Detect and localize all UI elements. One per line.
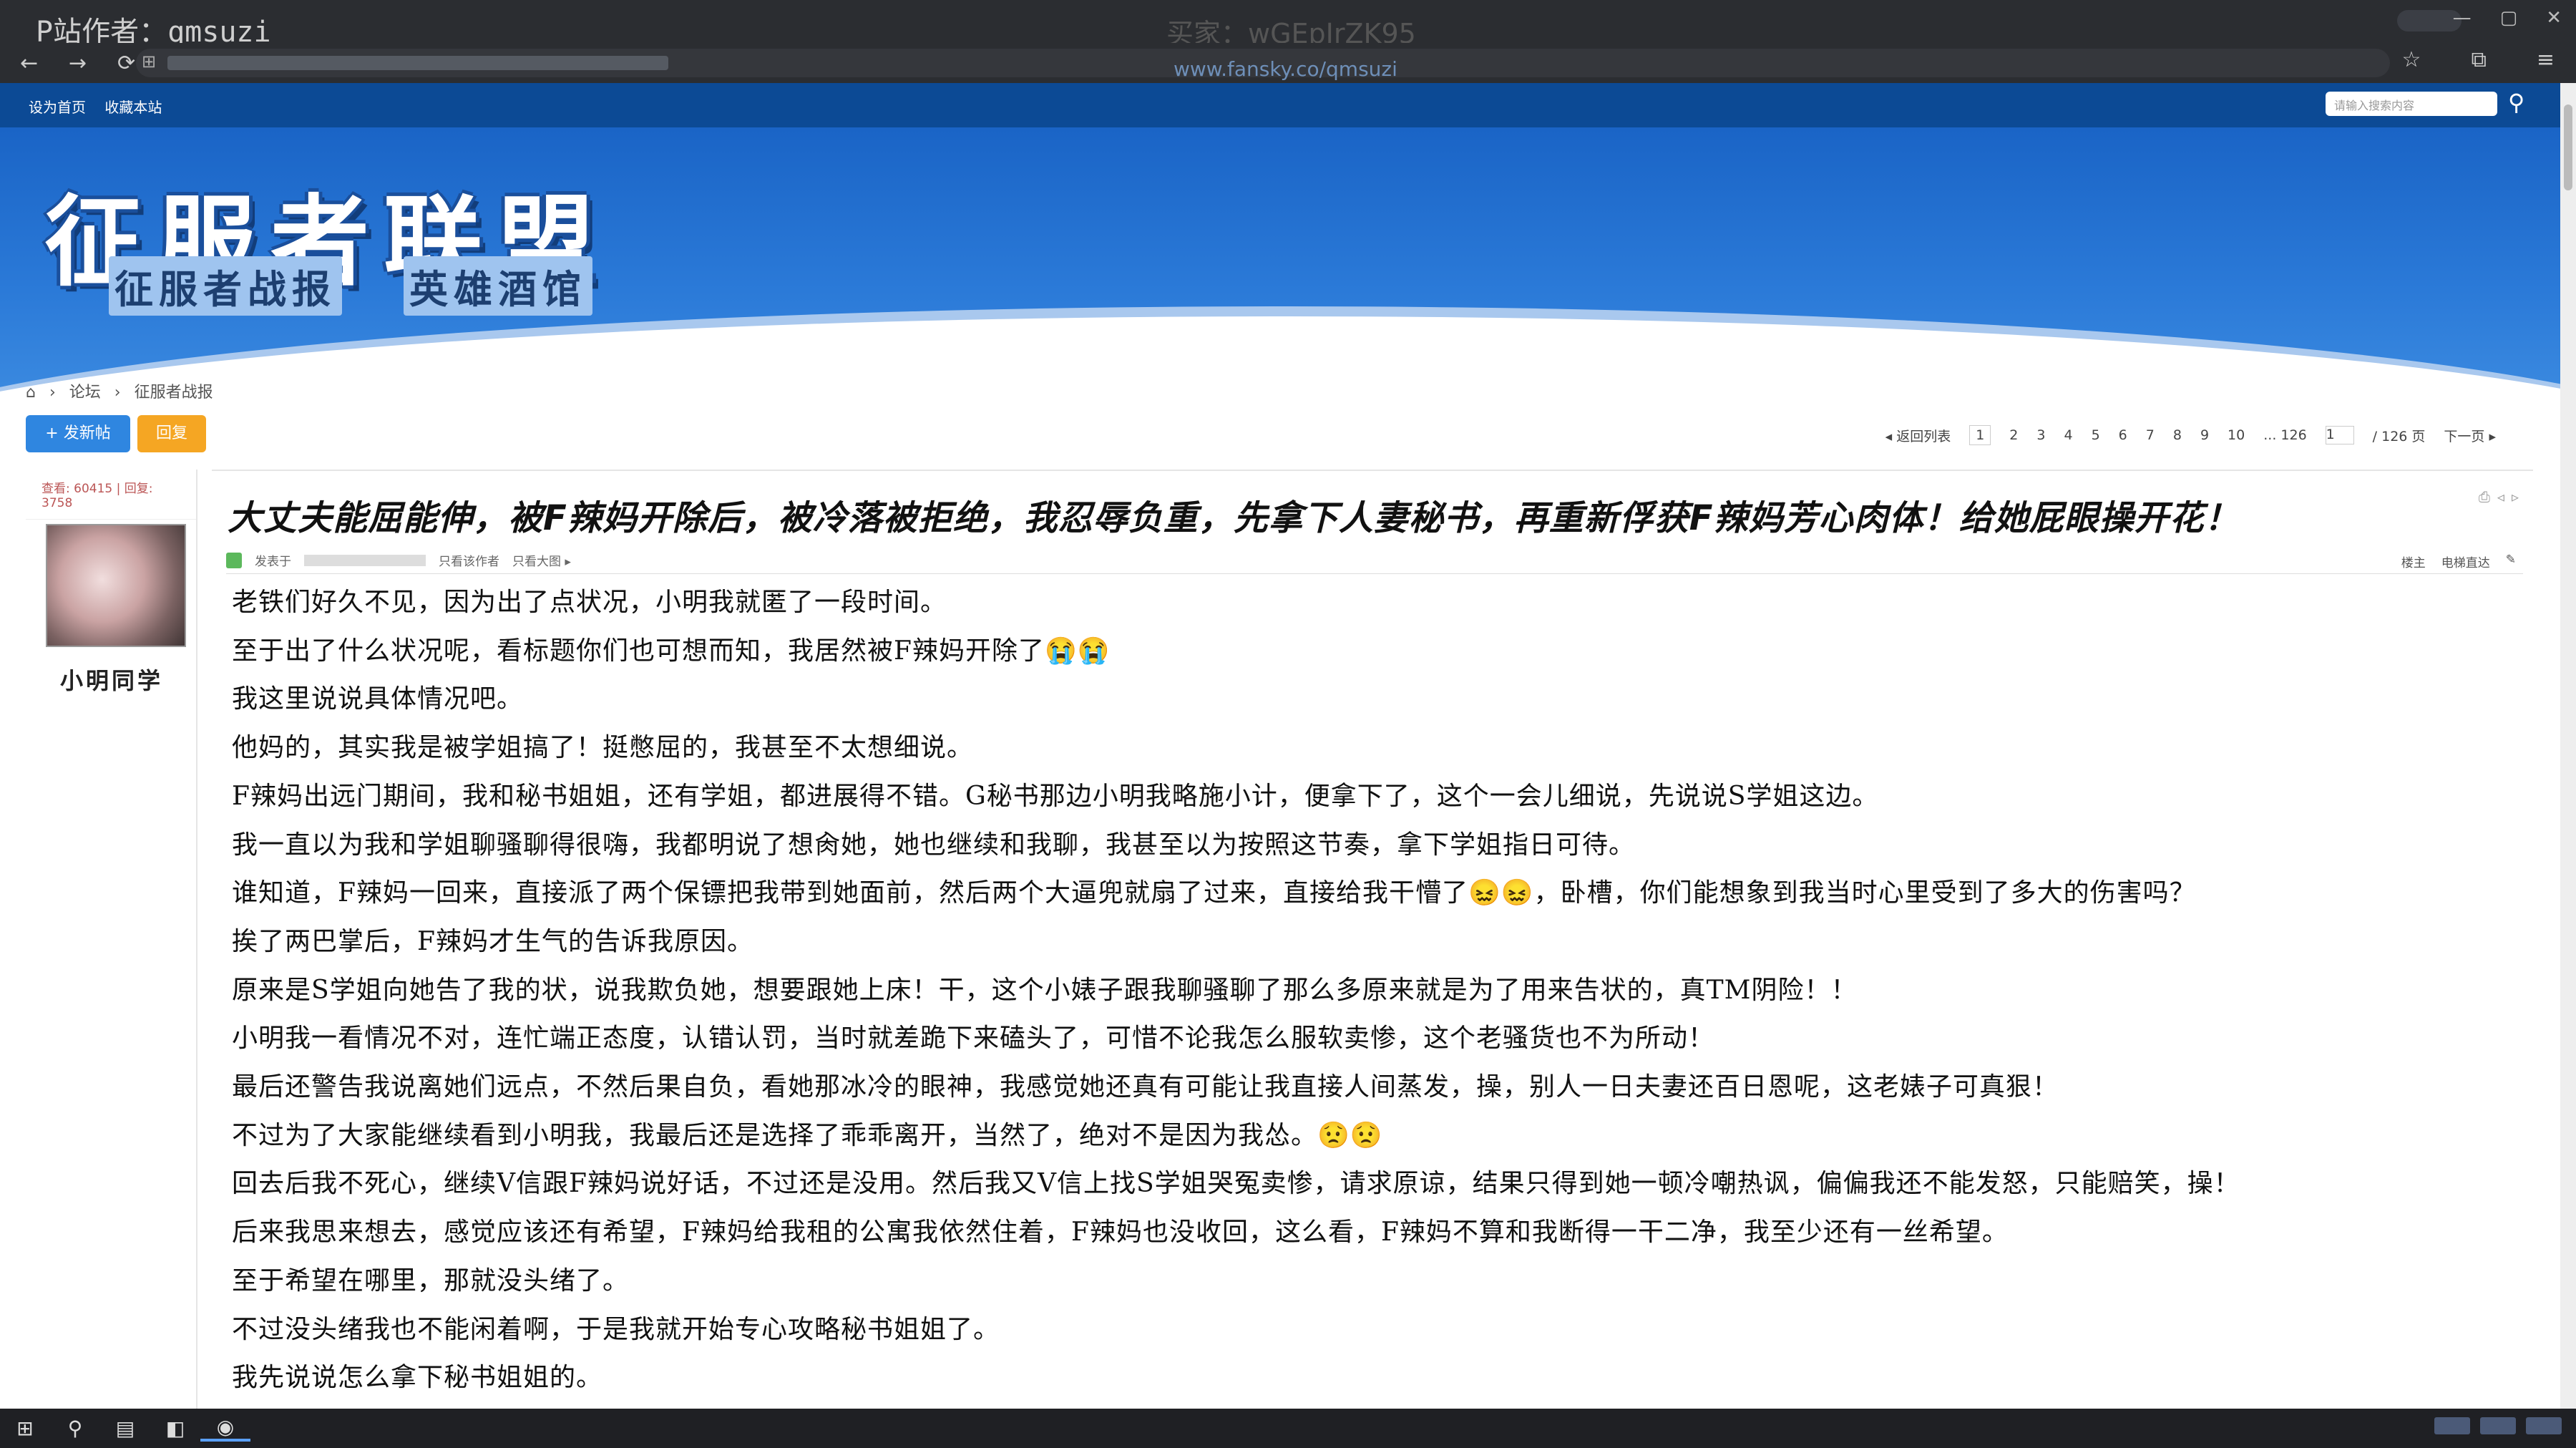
post-title: 大丈夫能屈能伸，被F辣妈开除后，被冷落被拒绝，我忍辱负重，先拿下人妻秘书，再重新… [228, 498, 2240, 538]
page-link[interactable]: 10 [2228, 427, 2245, 443]
post-line: 老铁们好久不见，因为出了点状况，小明我就匿了一段时间。 [232, 588, 947, 617]
page-scrollbar[interactable] [2560, 83, 2576, 1409]
thread-stats: 查看: 60415 | 回复: 3758 [26, 470, 196, 520]
page-link[interactable]: 6 [2119, 427, 2127, 443]
author-name[interactable]: 小明同学 [26, 663, 197, 696]
post-content: 大丈夫能屈能伸，被F辣妈开除后，被冷落被拒绝，我忍辱负重，先拿下人妻秘书，再重新… [212, 470, 2533, 1409]
navbar-right-tools: ☆ ⧉ ≡ [2402, 47, 2555, 72]
breadcrumb-sep: › [114, 384, 121, 402]
tray-icon[interactable] [2434, 1417, 2470, 1434]
back-icon[interactable]: ← [20, 51, 49, 76]
tray-icon[interactable] [2526, 1417, 2562, 1434]
post-line: 不过没头绪我也不能闲着啊，于是我就开始专心攻略秘书姐姐了。 [232, 1314, 1000, 1344]
only-large-images-link[interactable]: 只看大图 ▸ [512, 551, 571, 569]
extensions-icon[interactable]: ⧉ [2471, 47, 2486, 72]
windows-start-icon[interactable]: ⊞ [0, 1417, 50, 1440]
site-info-icon[interactable]: ⊞ [142, 52, 156, 72]
avatar[interactable] [46, 524, 186, 647]
post-line: 最后还警告我说离她们远点，不然后果自负，看她那冰冷的眼神，我感觉她还真有可能让我… [232, 1072, 2059, 1102]
search-input[interactable]: 请输入搜索内容 [2326, 92, 2497, 116]
post-line: 小明我一看情况不对，连忙端正态度，认错认罚，当时就差跪下来磕头了，可惜不论我怎么… [232, 1024, 1715, 1054]
maximize-icon[interactable]: ▢ [2500, 7, 2518, 29]
post-line: 回去后我不死心，继续V信跟F辣妈说好话，不过还是没用。然后我又V信上找S学姐哭冤… [232, 1169, 2240, 1199]
page-link[interactable]: 3 [2036, 427, 2045, 443]
bookmark-star-icon[interactable]: ☆ [2402, 47, 2421, 72]
post-line: F辣妈出远门期间，我和秘书姐姐，还有学姐，都进展得不错。G秘书那边小明我略施小计… [232, 781, 1879, 811]
reply-button[interactable]: 回复 [137, 415, 206, 452]
search-icon[interactable]: ⚲ [2508, 89, 2524, 116]
page-link[interactable]: 4 [2064, 427, 2072, 443]
top-links: 设为首页 收藏本站 [29, 96, 176, 117]
menu-icon[interactable]: ≡ [2537, 47, 2555, 72]
page-link[interactable]: 2 [2009, 427, 2018, 443]
post-line: 挨了两巴掌后，F辣妈才生气的告诉我原因。 [232, 926, 753, 956]
post-meta: 发表于 只看该作者 只看大图 ▸ 楼主 电梯直达 ✎ [226, 547, 2523, 574]
post-line: 至于出了什么状况呢，看标题你们也可想而知，我居然被F辣妈开除了😭😭 [232, 636, 1111, 666]
last-page-link[interactable]: ... 126 [2263, 427, 2306, 443]
window-titlebar: P站作者：qmsuzi 买家：wGEpJrZK95 — ▢ ✕ [0, 0, 2576, 49]
breadcrumb-sep: › [49, 384, 56, 402]
post-line: 谁知道，F辣妈一回来，直接派了两个保镖把我带到她面前，然后两个大逼兜就扇了过来，… [232, 878, 2196, 908]
pagination: ◂ 返回列表 1 2 3 4 5 6 7 8 9 10 ... 126 1 / … [1885, 425, 2496, 445]
post-line: 我先说说怎么拿下秘书姐姐的。 [232, 1363, 603, 1393]
online-status-icon [226, 552, 242, 568]
print-icon[interactable]: ⎙ [2479, 488, 2490, 505]
breadcrumb: ⌂ › 论坛 › 征服者战报 [26, 379, 222, 402]
bookmark-site-link[interactable]: 收藏本站 [104, 99, 162, 116]
prev-thread-icon[interactable]: ◃ [2497, 488, 2504, 505]
post-meta-right: 楼主 电梯直达 ✎ [2401, 553, 2516, 570]
page-link[interactable]: 5 [2092, 427, 2100, 443]
new-post-button[interactable]: + 发新帖 [26, 415, 130, 452]
page-link[interactable]: 1 [1969, 425, 1991, 445]
only-author-link[interactable]: 只看该作者 [439, 551, 499, 569]
page-link[interactable]: 8 [2173, 427, 2182, 443]
post-line: 原来是S学姐向她告了我的状，说我欺负她，想要跟她上床！干，这个小婊子跟我聊骚聊了… [232, 975, 1858, 1005]
edit-icon[interactable]: ✎ [2506, 553, 2516, 570]
floor-label: 楼主 [2401, 556, 2426, 570]
system-tray [2434, 1417, 2562, 1434]
file-explorer-icon[interactable]: ▤ [100, 1417, 150, 1440]
back-to-list-link[interactable]: ◂ 返回列表 [1885, 426, 1951, 445]
scrollbar-thumb[interactable] [2564, 105, 2572, 190]
post-line: 我这里说说具体情况吧。 [232, 684, 524, 714]
url-blurred [167, 56, 668, 70]
post-line: 我一直以为我和学姐聊骚聊得很嗨，我都明说了想肏她，她也继续和我聊，我甚至以为按照… [232, 830, 1636, 860]
breadcrumb-board[interactable]: 征服者战报 [135, 384, 213, 402]
author-sidebar: 查看: 60415 | 回复: 3758 小明同学 [26, 470, 197, 1409]
taskbar-search-icon[interactable]: ⚲ [50, 1417, 100, 1440]
next-thread-icon[interactable]: ▹ [2512, 488, 2519, 505]
sublogo-reports: 征服者战报 [109, 256, 342, 316]
minimize-icon[interactable]: — [2453, 7, 2472, 29]
watermark-url: www.fansky.co/qmsuzi [1174, 57, 1397, 81]
home-icon[interactable]: ⌂ [26, 384, 36, 402]
site-topbar: 设为首页 收藏本站 请输入搜索内容 ⚲ [0, 83, 2560, 127]
post-line: 不过为了大家能继续看到小明我，我最后还是选择了乖乖离开，当然了，绝对不是因为我怂… [232, 1120, 1383, 1150]
profile-button[interactable] [2397, 10, 2462, 31]
post-body: 老铁们好久不见，因为出了点状况，小明我就匿了一段时间。 至于出了什么状况呢，看标… [232, 578, 2522, 1402]
window-controls: — ▢ ✕ [2453, 7, 2562, 29]
jump-floor-link[interactable]: 电梯直达 [2441, 553, 2490, 570]
page-total: / 126 页 [2372, 428, 2426, 444]
sublogo-tavern: 英雄酒馆 [404, 256, 592, 316]
post-line: 他妈的，其实我是被学姐搞了！挺憋屈的，我甚至不太想细说。 [232, 733, 974, 763]
posted-label: 发表于 [255, 555, 291, 569]
web-page: 设为首页 收藏本站 请输入搜索内容 ⚲ 征服者联盟 征服者战报 英雄酒馆 ⌂ ›… [0, 83, 2560, 1409]
next-page-link[interactable]: 下一页 ▸ [2444, 426, 2496, 445]
site-banner: 征服者联盟 征服者战报 英雄酒馆 [0, 127, 2560, 593]
app-icon[interactable]: ◧ [150, 1417, 200, 1440]
os-taskbar: ⊞ ⚲ ▤ ◧ ◉ [0, 1409, 2576, 1448]
close-icon[interactable]: ✕ [2546, 7, 2562, 29]
page-link[interactable]: 9 [2200, 427, 2209, 443]
post-line: 后来我思来想去，感觉应该还有希望，F辣妈给我租的公寓我依然住着，F辣妈也没收回，… [232, 1218, 2009, 1248]
post-tools: ⎙ ◃ ▹ [2479, 488, 2519, 505]
forward-icon[interactable]: → [69, 51, 97, 76]
page-jump-input[interactable]: 1 [2325, 426, 2354, 444]
set-homepage-link[interactable]: 设为首页 [29, 99, 86, 116]
breadcrumb-forum[interactable]: 论坛 [69, 384, 101, 402]
posted-time-blurred [304, 554, 426, 566]
tray-icon[interactable] [2480, 1417, 2516, 1434]
post-line: 至于希望在哪里，那就没头绪了。 [232, 1265, 630, 1296]
browser-taskbar-icon[interactable]: ◉ [200, 1415, 250, 1442]
page-link[interactable]: 7 [2146, 427, 2155, 443]
